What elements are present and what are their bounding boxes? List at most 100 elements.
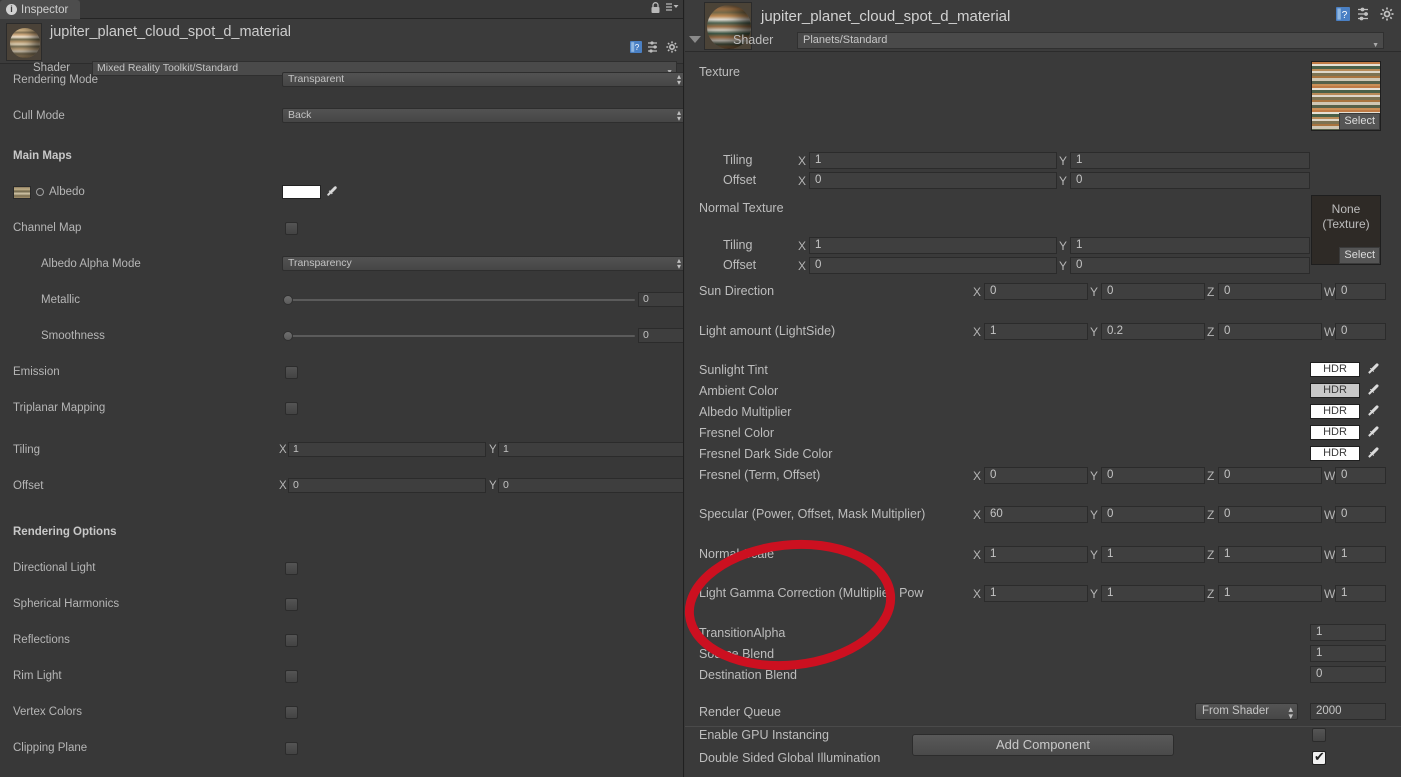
field-destination-blend[interactable]: 0 (1310, 666, 1386, 683)
field-normal-scale-z[interactable]: 1 (1218, 546, 1322, 563)
field-sun-direction-x[interactable]: 0 (984, 283, 1088, 300)
tab-inspector[interactable]: i Inspector (0, 0, 80, 19)
field-fresnel-z[interactable]: 0 (1218, 467, 1322, 484)
albedo-texture-swatch[interactable] (13, 186, 31, 199)
normal-texture-thumbnail-box[interactable]: None (Texture) Select (1311, 195, 1381, 265)
row-rim-light: Rim Light (0, 668, 683, 686)
eyedropper-icon[interactable] (1367, 425, 1380, 438)
field-normal-scale-w[interactable]: 1 (1335, 546, 1386, 563)
hdr-color-swatch-sunlight-tint[interactable]: HDR (1310, 362, 1360, 377)
field-transition-alpha[interactable]: 1 (1310, 624, 1386, 641)
stepper-icon: ▴▾ (677, 258, 681, 270)
field-normal-offset-x[interactable]: 0 (809, 257, 1057, 274)
field-texture-offset-y[interactable]: 0 (1070, 172, 1310, 189)
field-light-amount-x[interactable]: 1 (984, 323, 1088, 340)
checkbox-double-sided-gi[interactable] (1312, 751, 1326, 765)
albedo-color-swatch[interactable] (282, 185, 321, 199)
dropdown-render-queue-right[interactable]: From Shader ▴▾ (1195, 703, 1298, 720)
menu-icon[interactable] (666, 3, 679, 16)
preset-icon[interactable] (648, 41, 660, 56)
field-tiling-x[interactable]: 1 (288, 442, 486, 457)
field-texture-tiling-y[interactable]: 1 (1070, 152, 1310, 169)
axis-label-x: X (798, 154, 806, 168)
normal-texture-select-button[interactable]: Select (1339, 247, 1380, 264)
field-source-blend[interactable]: 1 (1310, 645, 1386, 662)
field-offset-x[interactable]: 0 (288, 478, 486, 493)
field-fresnel-x[interactable]: 0 (984, 467, 1088, 484)
field-light-gamma-z[interactable]: 1 (1218, 585, 1322, 602)
field-normal-offset-y[interactable]: 0 (1070, 257, 1310, 274)
dropdown-rendering-mode[interactable]: Transparent ▴▾ (282, 72, 684, 87)
right-shader-dropdown[interactable]: Planets/Standard ▼ (797, 32, 1384, 49)
slider-metallic-knob[interactable] (283, 295, 293, 305)
field-light-amount-w[interactable]: 0 (1335, 323, 1386, 340)
slider-metallic-track[interactable] (287, 299, 635, 301)
label-texture-offset: Offset (723, 173, 756, 187)
material-preview-thumbnail[interactable] (6, 23, 42, 61)
hdr-color-swatch-fresnel-dark-side[interactable]: HDR (1310, 446, 1360, 461)
slider-smoothness-track[interactable] (287, 335, 635, 337)
field-normal-scale-y[interactable]: 1 (1101, 546, 1205, 563)
field-normal-tiling-x[interactable]: 1 (809, 237, 1057, 254)
foldout-triangle-icon[interactable] (689, 36, 701, 43)
field-specular-w[interactable]: 0 (1335, 506, 1386, 523)
help-book-icon[interactable]: ? (630, 41, 642, 56)
label-reflections: Reflections (13, 634, 70, 646)
row-smoothness: Smoothness 0 (0, 328, 683, 346)
slider-smoothness-knob[interactable] (283, 331, 293, 341)
help-book-icon[interactable]: ? (1336, 7, 1350, 24)
eyedropper-icon[interactable] (1367, 362, 1380, 375)
checkbox-emission[interactable] (285, 366, 298, 379)
field-smoothness-value[interactable]: 0 (638, 328, 684, 343)
field-normal-tiling-y[interactable]: 1 (1070, 237, 1310, 254)
eyedropper-icon[interactable] (1367, 404, 1380, 417)
field-fresnel-y[interactable]: 0 (1101, 467, 1205, 484)
field-light-gamma-x[interactable]: 1 (984, 585, 1088, 602)
hdr-color-swatch-ambient-color[interactable]: HDR (1310, 383, 1360, 398)
eyedropper-icon[interactable] (326, 185, 339, 198)
gear-icon[interactable] (666, 41, 678, 56)
checkbox-enable-gpu-instancing-right[interactable] (1312, 728, 1326, 742)
hdr-color-swatch-albedo-multiplier[interactable]: HDR (1310, 404, 1360, 419)
checkbox-reflections[interactable] (285, 634, 298, 647)
eyedropper-icon[interactable] (1367, 383, 1380, 396)
checkbox-vertex-colors[interactable] (285, 706, 298, 719)
field-light-gamma-w[interactable]: 1 (1335, 585, 1386, 602)
field-normal-scale-x[interactable]: 1 (984, 546, 1088, 563)
checkbox-spherical-harmonics[interactable] (285, 598, 298, 611)
field-fresnel-w[interactable]: 0 (1335, 467, 1386, 484)
checkbox-rim-light[interactable] (285, 670, 298, 683)
dropdown-cull-mode[interactable]: Back ▴▾ (282, 108, 684, 123)
field-specular-z[interactable]: 0 (1218, 506, 1322, 523)
field-metallic-value[interactable]: 0 (638, 292, 684, 307)
lock-icon[interactable] (650, 2, 661, 17)
checkbox-directional-light[interactable] (285, 562, 298, 575)
field-texture-offset-x[interactable]: 0 (809, 172, 1057, 189)
gear-icon[interactable] (1380, 7, 1394, 24)
field-sun-direction-y[interactable]: 0 (1101, 283, 1205, 300)
checkbox-clipping-plane[interactable] (285, 742, 298, 755)
checkbox-channel-map[interactable] (285, 222, 298, 235)
field-light-amount-y[interactable]: 0.2 (1101, 323, 1205, 340)
dropdown-albedo-alpha-mode[interactable]: Transparency ▴▾ (282, 256, 684, 271)
field-specular-y[interactable]: 0 (1101, 506, 1205, 523)
field-render-queue-right[interactable]: 2000 (1310, 703, 1386, 720)
checkbox-triplanar-mapping[interactable] (285, 402, 298, 415)
field-light-amount-z[interactable]: 0 (1218, 323, 1322, 340)
hdr-color-swatch-fresnel-color[interactable]: HDR (1310, 425, 1360, 440)
field-specular-x[interactable]: 60 (984, 506, 1088, 523)
right-material-name: jupiter_planet_cloud_spot_d_material (761, 8, 1010, 25)
field-light-gamma-y[interactable]: 1 (1101, 585, 1205, 602)
row-vertex-colors: Vertex Colors (0, 704, 683, 722)
field-sun-direction-w[interactable]: 0 (1335, 283, 1386, 300)
preset-icon[interactable] (1358, 7, 1372, 24)
field-tiling-y[interactable]: 1 (498, 442, 684, 457)
tab-inspector-label: Inspector (21, 4, 68, 16)
texture-select-button[interactable]: Select (1339, 113, 1380, 130)
eyedropper-icon[interactable] (1367, 446, 1380, 459)
field-texture-tiling-x[interactable]: 1 (809, 152, 1057, 169)
add-component-button[interactable]: Add Component (912, 734, 1174, 756)
field-offset-y[interactable]: 0 (498, 478, 684, 493)
texture-thumbnail-box[interactable]: Select (1311, 61, 1381, 131)
field-sun-direction-z[interactable]: 0 (1218, 283, 1322, 300)
